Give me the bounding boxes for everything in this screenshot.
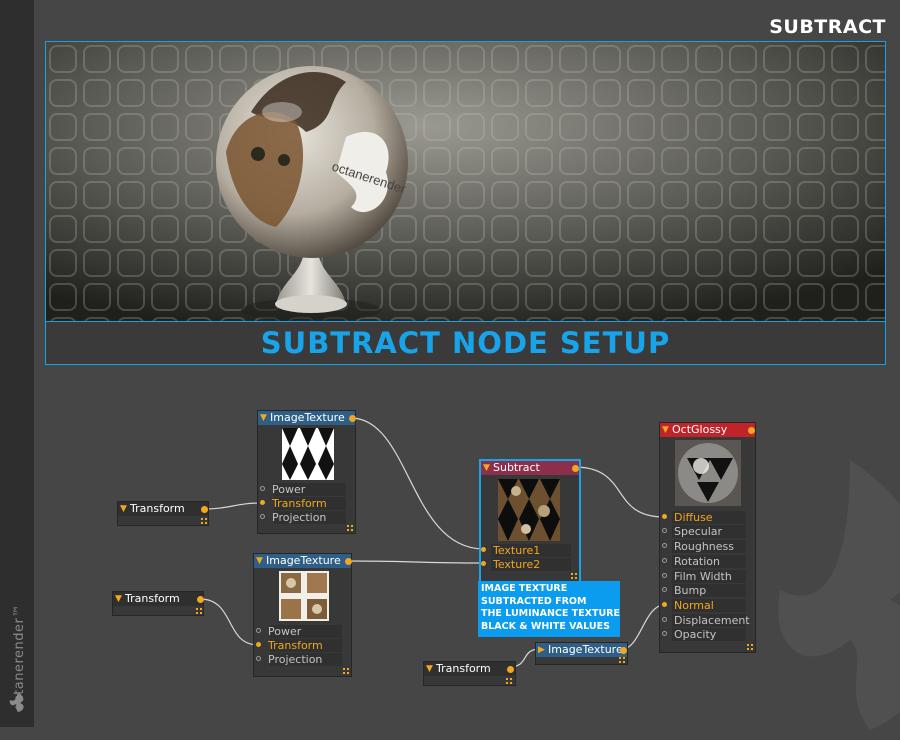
transform-node-2[interactable]: ▼ Transform [112, 591, 204, 616]
output-port[interactable] [345, 558, 352, 565]
banner-title: SUBTRACT NODE SETUP [260, 326, 671, 360]
oct-glossy-node[interactable]: ▼ OctGlossy Diffuse Specular Roughness R… [659, 422, 756, 653]
wire-imagetexture3-to-normal [622, 604, 665, 650]
node-header[interactable]: ▼ Subtract [481, 461, 579, 475]
output-port[interactable] [349, 415, 356, 422]
wire-transform1-to-imagetexture1 [202, 502, 263, 510]
node-title: Subtract [493, 461, 540, 474]
node-header[interactable]: ▼ Transform [118, 502, 208, 516]
resize-grip-icon[interactable] [506, 678, 512, 684]
background-logo-mark [778, 460, 900, 730]
resize-grip-icon[interactable] [196, 608, 202, 614]
port-transform[interactable]: Transform [260, 497, 327, 510]
node-title: ImageTexture [266, 554, 341, 567]
node-header[interactable]: ▼ Transform [424, 662, 515, 676]
port-transform[interactable]: Transform [256, 639, 323, 652]
collapse-arrow-icon[interactable]: ▼ [260, 411, 267, 425]
left-sidebar: octanerender™ [0, 0, 34, 727]
node-title: OctGlossy [672, 423, 728, 436]
node-title: ImageTexture [270, 411, 345, 424]
output-port[interactable] [507, 666, 514, 673]
resize-grip-icon[interactable] [571, 573, 577, 579]
texture-thumbnail [282, 428, 334, 480]
wire-subtract-to-diffuse [575, 466, 665, 518]
transform-node-1[interactable]: ▼ Transform [117, 501, 209, 526]
wire-imagetexture2-to-texture2 [347, 560, 484, 564]
collapse-arrow-icon[interactable]: ▼ [483, 461, 490, 475]
port-diffuse[interactable]: Diffuse [662, 511, 713, 524]
port-power[interactable]: Power [260, 483, 305, 496]
node-header[interactable]: ▼ ImageTexture [258, 411, 355, 425]
expand-arrow-icon[interactable]: ▶ [538, 643, 545, 657]
wire-imagetexture1-to-texture1 [351, 417, 484, 550]
note-line: THE LUMINANCE TEXTURE [481, 608, 620, 619]
output-port[interactable] [748, 427, 755, 434]
output-port[interactable] [620, 647, 627, 654]
note-line: SUBTRACTED FROM [481, 595, 587, 607]
port-film-width[interactable]: Film Width [662, 570, 732, 583]
node-header[interactable]: ▼ OctGlossy [660, 423, 755, 437]
collapse-arrow-icon[interactable]: ▼ [662, 423, 669, 437]
collapse-arrow-icon[interactable]: ▼ [256, 554, 263, 568]
port-power[interactable]: Power [256, 625, 301, 638]
node-title: Transform [436, 662, 491, 675]
node-header[interactable]: ▼ ImageTexture [254, 554, 351, 568]
collapse-arrow-icon[interactable]: ▼ [426, 662, 433, 676]
node-title: ImageTexture [548, 643, 623, 656]
resize-grip-icon[interactable] [347, 525, 353, 531]
port-specular[interactable]: Specular [662, 525, 722, 538]
node-title: Transform [125, 592, 180, 605]
output-port[interactable] [572, 465, 579, 472]
image-texture-node-3[interactable]: ▶ ImageTexture [535, 642, 628, 665]
subtract-node[interactable]: ▼ Subtract Texture1 Texture2 [479, 459, 581, 583]
image-texture-node-2[interactable]: ▼ ImageTexture Power Transform Projectio… [253, 553, 352, 677]
render-preview: octanerender [45, 41, 886, 322]
texture-thumbnail [279, 571, 329, 621]
wire-transform2-to-imagetexture2 [199, 598, 259, 646]
node-header[interactable]: ▼ Transform [113, 592, 203, 606]
resize-grip-icon[interactable] [619, 657, 625, 663]
note-line: IMAGE TEXTURE [481, 583, 568, 594]
port-opacity[interactable]: Opacity [662, 628, 716, 641]
material-preview-thumbnail [675, 440, 741, 506]
resize-grip-icon[interactable] [747, 644, 753, 650]
output-port[interactable] [197, 596, 204, 603]
node-header[interactable]: ▶ ImageTexture [536, 643, 627, 657]
port-projection[interactable]: Projection [256, 653, 322, 666]
collapse-arrow-icon[interactable]: ▼ [120, 502, 127, 516]
port-bump[interactable]: Bump [662, 584, 706, 597]
port-normal[interactable]: Normal [662, 599, 714, 612]
title-banner: SUBTRACT NODE SETUP [45, 321, 886, 365]
port-rotation[interactable]: Rotation [662, 555, 720, 568]
note-line: BLACK & WHITE VALUES [481, 620, 610, 632]
page-title: SUBTRACT [769, 16, 886, 38]
transform-node-3[interactable]: ▼ Transform [423, 661, 516, 686]
texture-thumbnail [498, 479, 560, 541]
port-texture1[interactable]: Texture1 [481, 544, 540, 557]
node-title: Transform [130, 502, 185, 515]
explanation-note: IMAGE TEXTURE SUBTRACTED FROM THE LUMINA… [478, 581, 620, 637]
port-displacement[interactable]: Displacement [662, 614, 750, 627]
resize-grip-icon[interactable] [343, 668, 349, 674]
port-roughness[interactable]: Roughness [662, 540, 734, 553]
output-port[interactable] [201, 506, 208, 513]
image-texture-node-1[interactable]: ▼ ImageTexture Power Transform Projectio… [257, 410, 356, 534]
resize-grip-icon[interactable] [201, 518, 207, 524]
collapse-arrow-icon[interactable]: ▼ [115, 592, 122, 606]
port-projection[interactable]: Projection [260, 511, 326, 524]
render-image: octanerender [46, 42, 885, 321]
port-texture2[interactable]: Texture2 [481, 558, 540, 571]
brand-text: octanerender™ [11, 604, 27, 711]
